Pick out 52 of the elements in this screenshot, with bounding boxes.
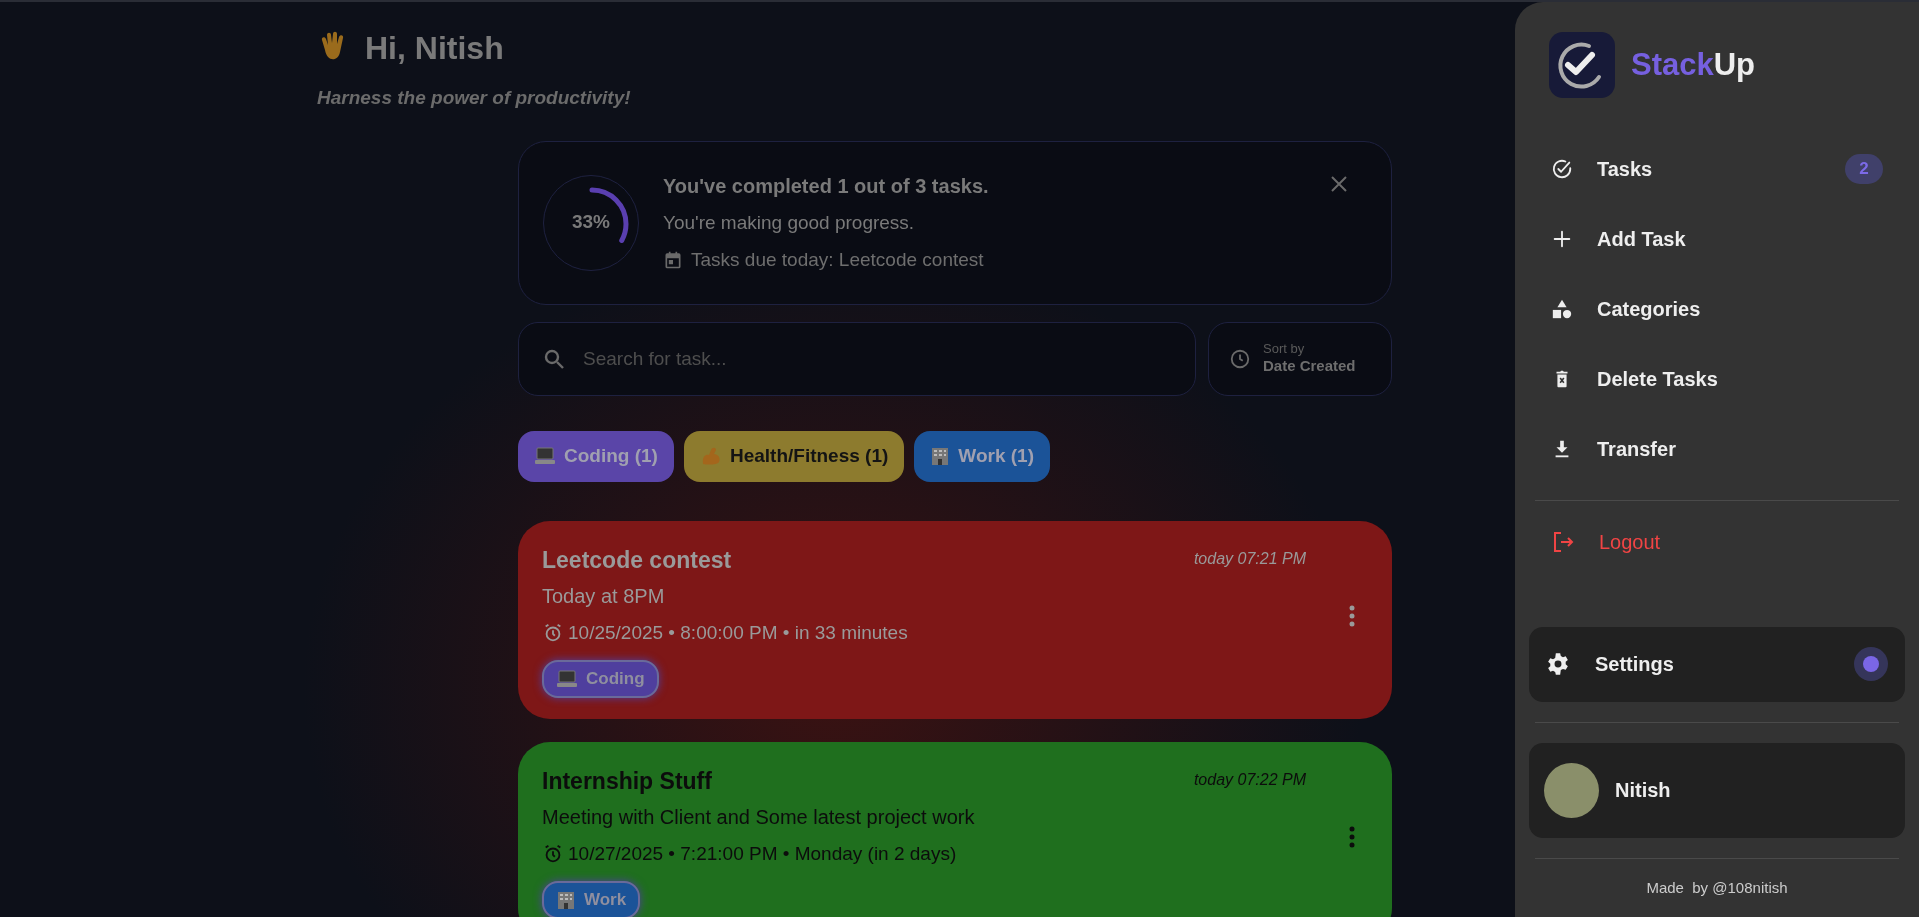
- sidebar-nav-item[interactable]: Tasks 2: [1529, 134, 1905, 204]
- task-card[interactable]: Leetcode contest today 07:21 PM Today at 8PM 10/25/2025 • 8:00:00 PM • in 33 minutes Coding: [518, 520, 1392, 719]
- settings-icon: [1545, 651, 1571, 677]
- settings-button[interactable]: Settings: [1529, 626, 1905, 702]
- category-chip[interactable]: Health/Fitness (1): [683, 430, 905, 482]
- greeting-title: Hi, Nitish: [365, 29, 504, 68]
- sort-button[interactable]: Sort by Date Created: [1208, 321, 1392, 396]
- check-circle-icon: [1551, 158, 1573, 180]
- task-category-tag: Work: [542, 880, 641, 917]
- progress-headline: You've completed 1 out of 3 tasks.: [663, 174, 989, 199]
- office-building-icon: [930, 446, 951, 466]
- tasks-due-text: Tasks due today: Leetcode contest: [691, 247, 984, 272]
- sidebar-nav-item[interactable]: Add Task: [1529, 204, 1905, 274]
- brand-name: StackUp: [1631, 45, 1756, 84]
- user-card[interactable]: Nitish: [1529, 742, 1905, 838]
- sidebar-nav-item[interactable]: Delete Tasks: [1529, 344, 1905, 414]
- calendar-icon: [663, 249, 683, 270]
- shapes-icon: [1551, 298, 1573, 320]
- indicator-dot-icon: [1853, 646, 1889, 682]
- progress-message: You're making good progress.: [663, 211, 916, 235]
- greeting-subtitle: Harness the power of productivity!: [317, 86, 632, 110]
- sort-value: Date Created: [1263, 357, 1356, 376]
- logout-icon: [1551, 530, 1575, 554]
- clock-icon: [1229, 347, 1251, 370]
- sidebar-nav-item[interactable]: Categories: [1529, 274, 1905, 344]
- sidebar-nav-item[interactable]: Transfer: [1529, 414, 1905, 484]
- task-description: Today at 8PM: [542, 584, 666, 609]
- app-logo-icon: [1549, 32, 1615, 98]
- close-icon: [1329, 173, 1349, 194]
- task-title: Leetcode contest: [542, 545, 732, 575]
- laptop-icon: [556, 668, 578, 689]
- more-vertical-icon: [1349, 604, 1355, 627]
- count-badge: 2: [1845, 154, 1883, 184]
- task-description: Meeting with Client and Some latest project work: [542, 805, 976, 830]
- more-vertical-icon: [1349, 825, 1355, 848]
- task-category-tag: Coding: [542, 659, 659, 698]
- task-deadline: 10/27/2025 • 7:21:00 PM • Monday (in 2 days): [568, 842, 957, 866]
- sort-label: Sort by: [1263, 341, 1305, 358]
- task-title: Internship Stuff: [542, 766, 712, 796]
- search-field[interactable]: Search for task...: [518, 321, 1196, 396]
- footer-credit: Made by @108nitish: [1645, 877, 1789, 898]
- avatar-placeholder: [1544, 762, 1599, 818]
- more-options-button[interactable]: [1348, 604, 1356, 629]
- task-created-time: today 07:21 PM: [1193, 548, 1306, 569]
- user-name: Nitish: [1615, 778, 1671, 803]
- task-created-time: today 07:22 PM: [1193, 769, 1306, 790]
- progress-percent: 33%: [572, 210, 610, 235]
- plus-icon: [1551, 228, 1573, 250]
- laptop-icon: [534, 446, 556, 466]
- office-building-icon: [556, 889, 576, 910]
- task-deadline: 10/25/2025 • 8:00:00 PM • in 33 minutes: [568, 621, 908, 645]
- more-options-button[interactable]: [1348, 825, 1356, 850]
